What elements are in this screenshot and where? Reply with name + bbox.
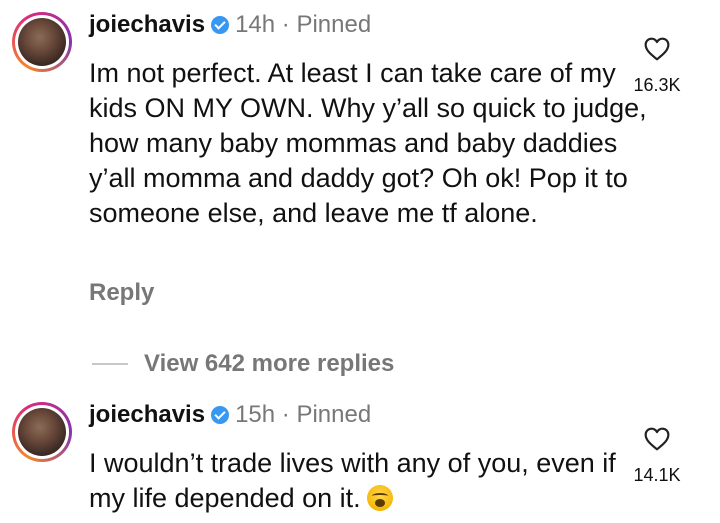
comment-text-container: I wouldn’t trade lives with any of you, … [89, 446, 649, 516]
username[interactable]: joiechavis [89, 11, 205, 38]
view-more-replies-label: View 642 more replies [144, 350, 395, 377]
timestamp: 14h [235, 11, 276, 38]
like-control: 14.1K [622, 427, 692, 486]
profile-photo [18, 18, 66, 66]
heart-icon[interactable] [644, 427, 670, 451]
like-control: 16.3K [622, 37, 692, 96]
comment: joiechavis 14h · Pinned Im not perfect. A… [0, 0, 720, 320]
separator-dot: · [281, 11, 290, 38]
timestamp: 15h [235, 401, 276, 428]
avatar[interactable] [12, 12, 72, 72]
view-more-replies-button[interactable]: View 642 more replies [92, 350, 394, 378]
avatar[interactable] [12, 402, 72, 462]
comment-meta: joiechavis 14h · Pinned [89, 10, 371, 40]
divider-line [92, 363, 128, 365]
separator-dot: · [281, 401, 290, 428]
verified-badge-icon [211, 16, 230, 34]
pinned-label: Pinned [296, 401, 372, 428]
username[interactable]: joiechavis [89, 401, 205, 428]
comment: joiechavis 15h · Pinned I wouldn’t trade … [0, 390, 720, 523]
like-count: 16.3K [633, 75, 681, 95]
comment-text: I wouldn’t trade lives with any of you, … [89, 448, 616, 513]
comment-text: Im not perfect. At least I can take care… [89, 58, 647, 228]
weary-face-icon [366, 485, 393, 511]
profile-photo [18, 408, 66, 456]
heart-icon[interactable] [644, 37, 670, 61]
verified-badge-icon [211, 406, 230, 424]
like-count: 14.1K [633, 465, 681, 485]
comment-meta: joiechavis 15h · Pinned [89, 400, 371, 430]
pinned-label: Pinned [296, 11, 372, 38]
reply-button[interactable]: Reply [89, 279, 154, 307]
